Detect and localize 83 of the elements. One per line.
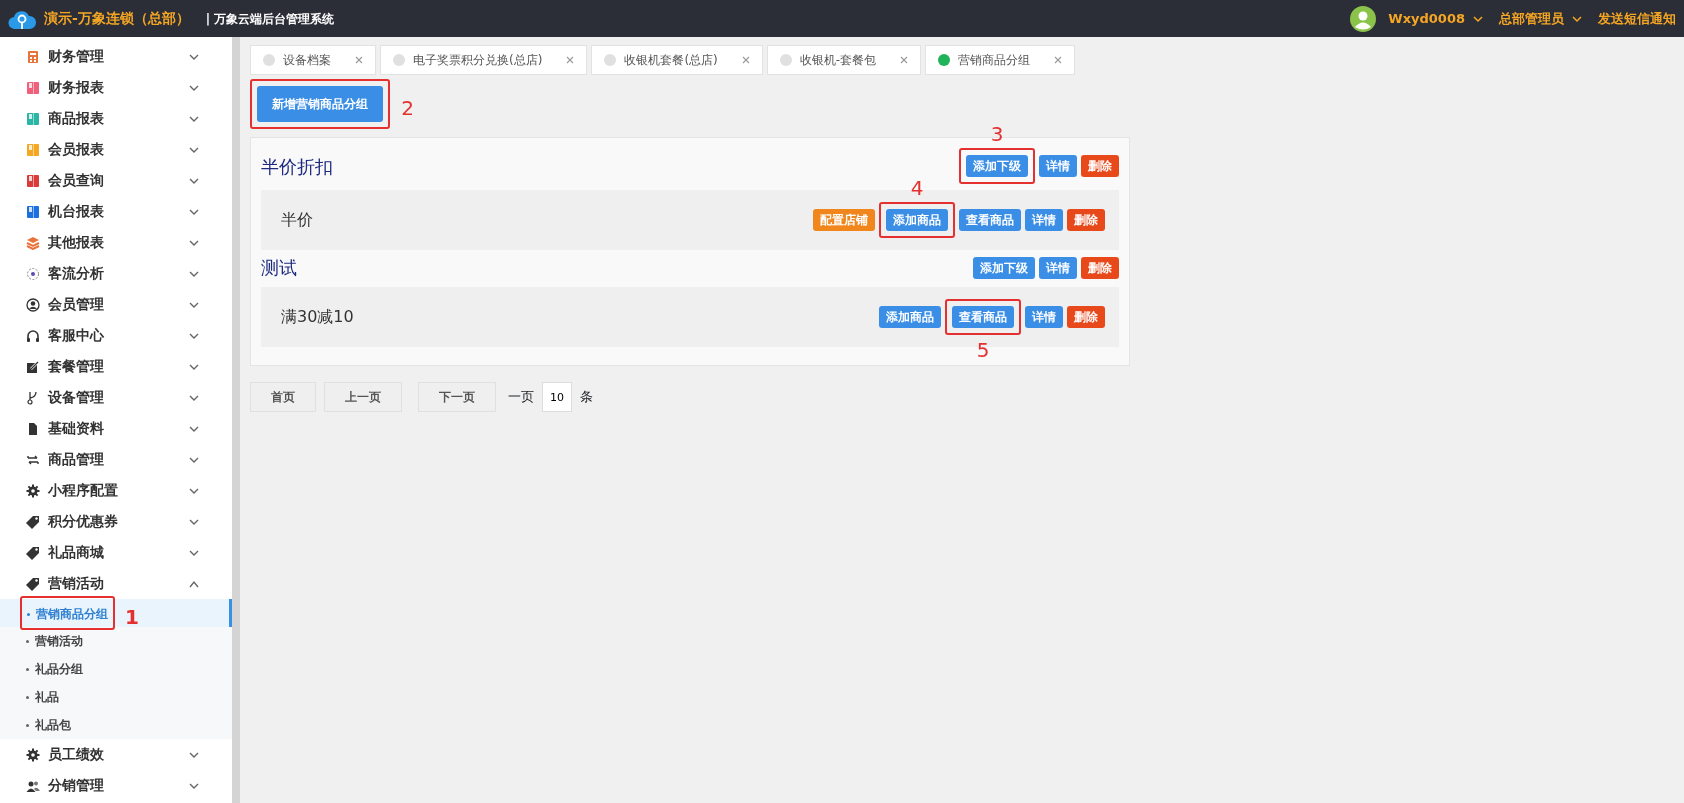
pager-button[interactable]: 上一页 <box>324 382 402 412</box>
pager-button[interactable]: 下一页 <box>418 382 496 412</box>
close-icon[interactable] <box>900 56 909 64</box>
sidebar-item[interactable]: 财务管理 <box>0 41 232 72</box>
sidebar-item[interactable]: 员工绩效 <box>0 739 232 770</box>
per-page-label: 一页 <box>508 388 534 407</box>
avatar-icon <box>1350 5 1377 32</box>
gear-icon <box>26 747 40 762</box>
group-title: 半价折扣 <box>261 154 333 179</box>
sidebar-item[interactable]: 财务报表 <box>0 72 232 103</box>
sidebar-item[interactable]: 会员管理 <box>0 289 232 320</box>
role-menu[interactable]: 总部管理员 <box>1499 8 1564 29</box>
callout-number: 4 <box>910 178 924 198</box>
action-button[interactable]: 删除 <box>1067 209 1105 231</box>
page-size-field[interactable]: 10 <box>542 382 572 412</box>
sidebar-item[interactable]: 分销管理 <box>0 770 232 801</box>
sidebar-item[interactable]: 其他报表 <box>0 227 232 258</box>
status-dot-icon <box>263 54 275 66</box>
tab-label: 收银机套餐(总店) <box>624 52 718 69</box>
chevron-down-icon <box>1473 14 1483 23</box>
sidebar-subitem[interactable]: 营销活动 <box>26 632 83 650</box>
file-icon <box>26 421 40 436</box>
group-title: 测试 <box>261 256 297 280</box>
close-icon[interactable] <box>741 56 750 64</box>
subgroup-name: 半价 <box>281 209 313 231</box>
tab-label: 营销商品分组 <box>958 52 1031 69</box>
user-name[interactable]: Wxyd0008 <box>1388 8 1465 29</box>
target-icon <box>26 266 40 281</box>
status-dot-icon <box>604 54 617 66</box>
sidebar-item[interactable]: 积分优惠券 <box>0 506 232 537</box>
edit-icon <box>26 359 40 374</box>
status-dot-icon <box>938 54 951 66</box>
notify-link[interactable]: 发送短信通知 <box>1598 8 1676 29</box>
sidebar-item[interactable]: 机台报表 <box>0 196 232 227</box>
close-icon[interactable] <box>1054 56 1063 64</box>
sidebar-item[interactable]: 会员报表 <box>0 134 232 165</box>
sidebar-item[interactable]: 会员查询 <box>0 165 232 196</box>
headset-icon <box>26 328 40 343</box>
close-icon[interactable] <box>355 56 363 64</box>
sidebar-item[interactable]: 基础资料 <box>0 413 232 444</box>
sidebar-item[interactable]: 客流分析 <box>0 258 232 289</box>
sidebar-item[interactable]: 套餐管理 <box>0 351 232 382</box>
callout-number: 5 <box>976 340 990 360</box>
tab[interactable]: 收银机-套餐包 <box>766 45 922 75</box>
sidebar-subitem[interactable]: 礼品 <box>26 688 59 706</box>
sidebar-item[interactable]: 小程序配置 <box>0 475 232 506</box>
tab[interactable]: 营销商品分组 <box>925 45 1076 75</box>
sidebar-item[interactable]: 客服中心 <box>0 320 232 351</box>
tab-label: 收银机-套餐包 <box>799 52 877 69</box>
action-button[interactable]: 删除 <box>1081 256 1119 279</box>
status-dot-icon <box>393 54 405 66</box>
status-dot-icon <box>779 54 792 66</box>
sidebar-subitem[interactable]: 营销商品分组 <box>27 605 108 624</box>
pager-button[interactable]: 首页 <box>250 382 316 412</box>
sidebar-subitem[interactable]: 礼品分组 <box>26 660 83 678</box>
tab[interactable]: 设备档案 <box>250 45 376 75</box>
brand-name: 演示-万象连锁（总部） <box>44 9 190 28</box>
sidebar-subitem[interactable]: 礼品包 <box>26 716 71 734</box>
action-button[interactable]: 删除 <box>1081 155 1119 177</box>
sidebar-item[interactable]: 营销活动 <box>0 568 232 599</box>
close-icon[interactable] <box>566 56 575 64</box>
tab[interactable]: 电子奖票积分兑换(总店) <box>380 45 588 75</box>
unit-label: 条 <box>580 388 593 407</box>
callout-number: 1 <box>125 607 139 627</box>
sidebar-item[interactable]: 商品报表 <box>0 103 232 134</box>
callout-number: 2 <box>401 98 414 118</box>
tag-icon <box>26 545 40 560</box>
tab-label: 电子奖票积分兑换(总店) <box>413 52 543 69</box>
branch-icon <box>26 390 40 405</box>
user-icon <box>26 297 40 312</box>
system-title: | 万象云端后台管理系统 <box>205 10 335 28</box>
tag-icon <box>26 514 40 529</box>
gear-icon <box>26 483 40 498</box>
callout-number: 3 <box>990 124 1004 144</box>
sidebar-item[interactable]: 商品管理 <box>0 444 232 475</box>
sidebar-item[interactable]: 设备管理 <box>0 382 232 413</box>
tag-icon <box>26 576 40 591</box>
tab[interactable]: 收银机套餐(总店) <box>591 45 763 75</box>
subgroup-name: 满30减10 <box>281 306 354 328</box>
action-button[interactable]: 删除 <box>1067 306 1105 328</box>
chevron-down-icon <box>1572 14 1582 23</box>
sidebar-item[interactable]: 礼品商城 <box>0 537 232 568</box>
tab-label: 设备档案 <box>283 52 331 69</box>
